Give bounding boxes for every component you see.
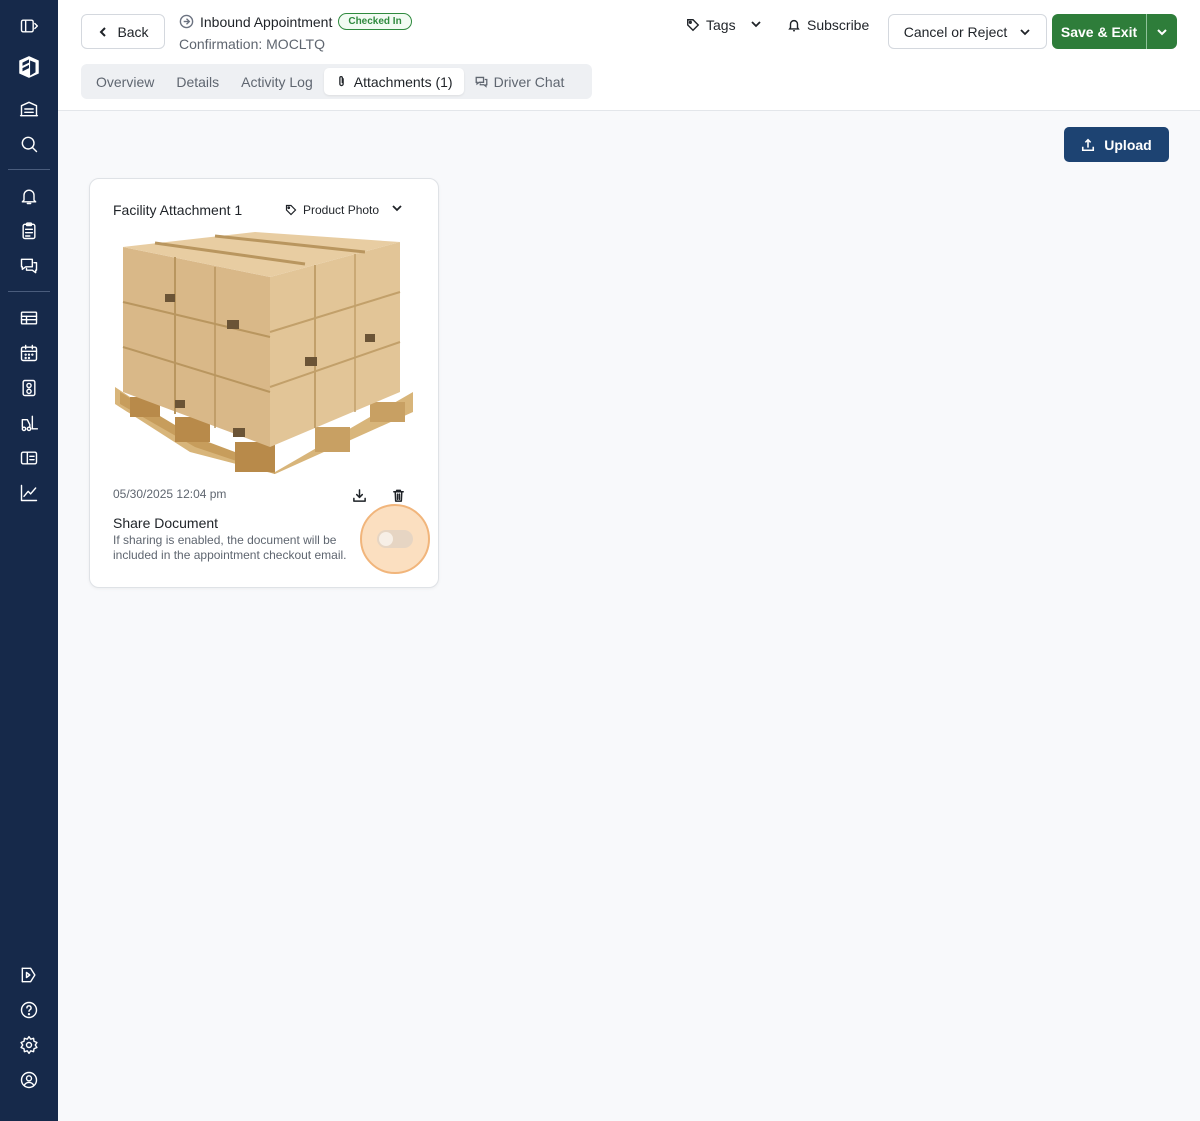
tags-label: Tags [706, 17, 736, 33]
tab-label: Overview [96, 73, 155, 90]
help-icon[interactable] [0, 992, 58, 1027]
tour-icon[interactable] [0, 957, 58, 992]
back-button[interactable]: Back [81, 14, 165, 49]
clipboard-icon[interactable] [0, 213, 58, 248]
search-icon[interactable] [0, 126, 58, 161]
tab-label: Activity Log [241, 73, 313, 90]
tab-attachments[interactable]: Attachments (1) [323, 68, 464, 95]
chart-icon[interactable] [0, 475, 58, 510]
tab-details[interactable]: Details [165, 68, 230, 95]
tab-activity-log[interactable]: Activity Log [230, 68, 324, 95]
id-card-icon[interactable] [0, 440, 58, 475]
appointment-type: Inbound Appointment [200, 13, 333, 30]
share-toggle-highlight [360, 504, 430, 574]
sidebar-divider [8, 169, 50, 170]
profile-icon[interactable] [0, 1062, 58, 1097]
attachment-tag-label: Product Photo [303, 202, 380, 217]
attachment-image[interactable] [115, 232, 413, 474]
subscribe-button[interactable]: Subscribe [787, 17, 869, 33]
tab-label: Driver Chat [493, 73, 565, 90]
share-document-title: Share Document [113, 515, 219, 531]
share-document-toggle[interactable] [377, 530, 413, 548]
save-button-group: Save & Exit [1052, 14, 1177, 49]
tag-icon [285, 204, 297, 215]
bell-icon[interactable] [0, 178, 58, 213]
dock-icon[interactable] [0, 370, 58, 405]
upload-icon [1082, 138, 1095, 151]
sidebar-divider [8, 291, 50, 292]
settings-icon[interactable] [0, 1027, 58, 1062]
forklift-icon[interactable] [0, 405, 58, 440]
attachment-tag-dropdown[interactable]: Product Photo [285, 202, 403, 217]
appointment-title: Inbound Appointment Checked In [179, 13, 412, 30]
download-icon[interactable] [350, 486, 368, 504]
tab-label: Details [176, 73, 220, 90]
share-document-description: If sharing is enabled, the document will… [113, 533, 347, 562]
paperclip-icon [338, 76, 344, 87]
chevron-down-icon [1157, 28, 1167, 35]
tab-bar: Overview Details Activity Log Attachment… [81, 64, 592, 99]
save-options-button[interactable] [1147, 14, 1177, 49]
tab-overview[interactable]: Overview [85, 68, 165, 95]
tags-button[interactable]: Tags [686, 17, 762, 33]
chevron-left-icon [100, 26, 107, 37]
cancel-label: Cancel or Reject [903, 23, 1008, 40]
brand-logo-icon[interactable] [0, 43, 58, 91]
bell-icon [788, 19, 800, 32]
chevron-down-icon [385, 202, 403, 217]
attachment-title: Facility Attachment 1 [113, 202, 243, 218]
upload-label: Upload [1104, 136, 1152, 153]
page-header: Back Inbound Appointment Checked In Conf… [58, 0, 1200, 111]
tag-icon [687, 19, 700, 32]
list-icon[interactable] [0, 300, 58, 335]
chevron-down-icon [750, 17, 762, 33]
confirmation-number: Confirmation: MOCLTQ [179, 36, 325, 52]
warehouse-icon[interactable] [0, 91, 58, 126]
subscribe-label: Subscribe [807, 17, 870, 33]
toggle-knob [379, 532, 393, 546]
back-button-label: Back [117, 23, 149, 40]
cancel-or-reject-button[interactable]: Cancel or Reject [888, 14, 1047, 49]
attachment-date: 05/30/2025 12:04 pm [113, 487, 227, 501]
chat-icon [475, 76, 488, 88]
tab-label: Attachments (1) [353, 73, 453, 90]
calendar-icon[interactable] [0, 335, 58, 370]
trash-icon[interactable] [389, 486, 407, 504]
chat-icon[interactable] [0, 248, 58, 283]
attachment-card: Facility Attachment 1 Product Photo 05/3… [89, 178, 439, 588]
inbound-arrow-icon [179, 14, 194, 29]
save-and-exit-button[interactable]: Save & Exit [1052, 14, 1147, 49]
tab-driver-chat[interactable]: Driver Chat [464, 68, 576, 95]
sidebar [0, 0, 58, 1121]
chevron-down-icon [1020, 28, 1030, 35]
status-badge: Checked In [338, 13, 412, 30]
upload-button[interactable]: Upload [1064, 127, 1169, 162]
panel-toggle-icon[interactable] [0, 8, 58, 43]
